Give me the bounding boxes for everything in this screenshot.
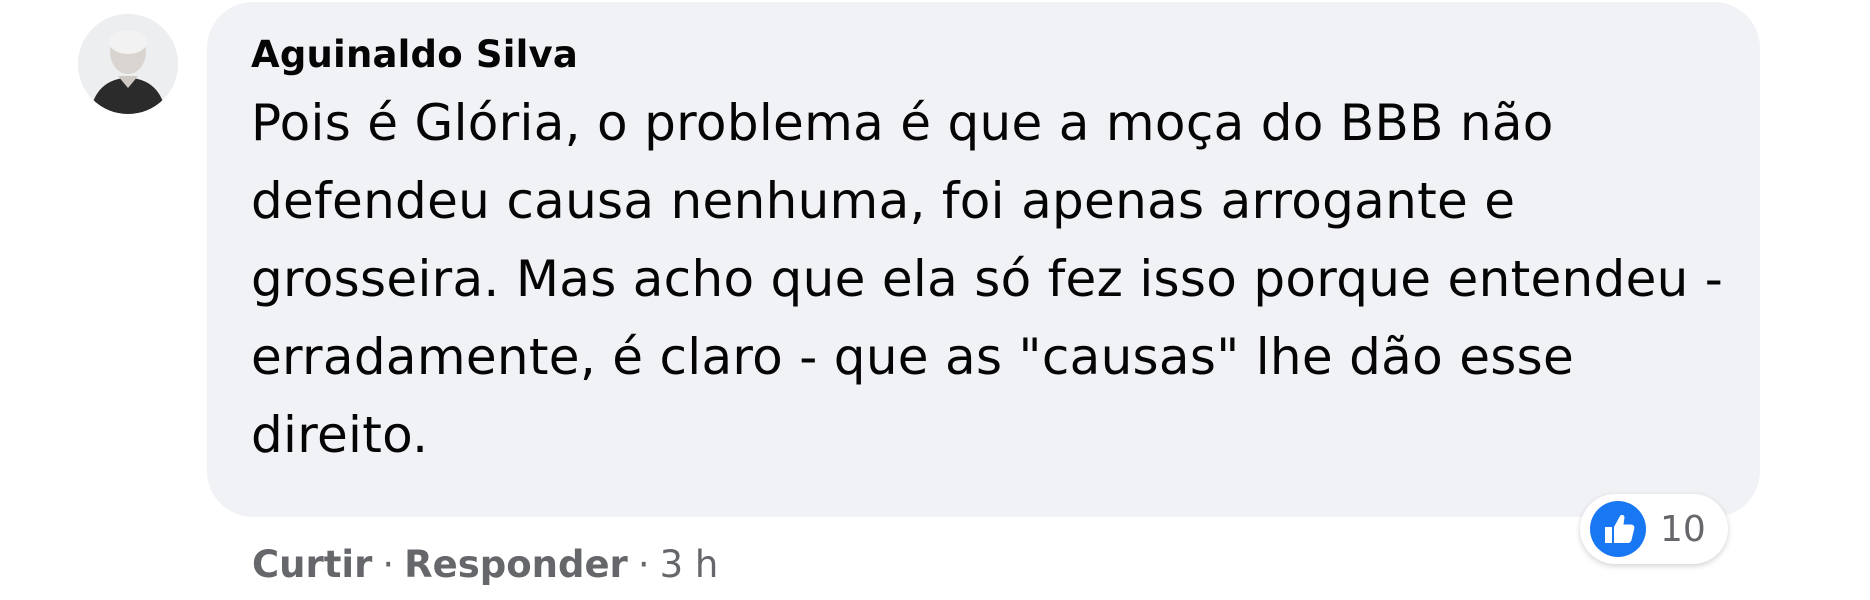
comment-actions: Curtir · Responder · 3 h (252, 535, 718, 595)
action-separator: · (382, 543, 395, 586)
comment-text: Pois é Glória, o problema é que a moça d… (251, 94, 1724, 464)
reply-button[interactable]: Responder (404, 535, 628, 595)
comment-timestamp[interactable]: 3 h (660, 535, 719, 595)
comment-bubble: Aguinaldo Silva Pois é Glória, o problem… (207, 2, 1760, 517)
like-button[interactable]: Curtir (252, 535, 372, 595)
reaction-count: 10 (1660, 508, 1706, 550)
profile-photo-icon (78, 14, 178, 114)
like-icon (1590, 501, 1646, 557)
action-separator: · (637, 543, 650, 586)
reaction-summary[interactable]: 10 (1580, 494, 1728, 564)
comment-author[interactable]: Aguinaldo Silva (251, 32, 1720, 78)
avatar[interactable] (78, 14, 178, 114)
